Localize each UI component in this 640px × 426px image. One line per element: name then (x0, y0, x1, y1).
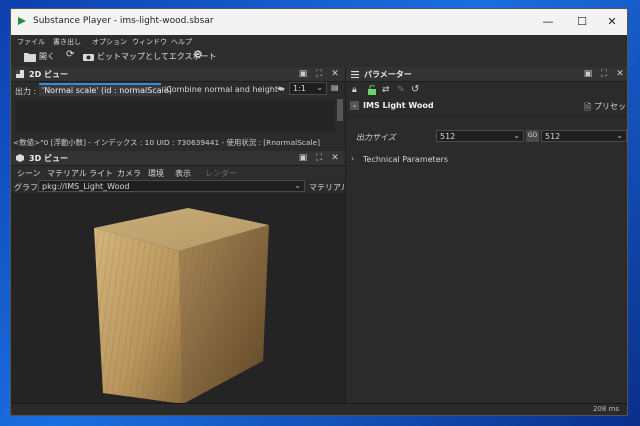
view3d-menu: シーン マテリアル ライト カメラ 環境 表示 レンダー (11, 166, 345, 179)
chevron-down-icon: ⌄ (513, 131, 520, 140)
open-button[interactable]: 開く (39, 51, 55, 62)
section-header[interactable]: ⌄ IMS Light Wood 🗎︎ プリセット (346, 99, 627, 116)
maximize-button[interactable]: ☐ (565, 9, 599, 35)
view2d-icon (16, 70, 24, 78)
output-label: 出力 : (15, 87, 37, 96)
title-bar: Substance Player - ims-light-wood.sbsar … (11, 9, 627, 35)
view2d-scrollbar[interactable] (337, 99, 343, 121)
minimize-button[interactable]: — (531, 9, 565, 35)
tab-combine-normal[interactable]: 'Combine normal and height' (id : ex (162, 83, 284, 96)
maximize-panel-icon[interactable]: ⛶ (313, 152, 325, 164)
maximize-panel-icon[interactable]: ⛶ (598, 68, 610, 80)
zoom-select[interactable]: 1:1 ⌄ (289, 82, 327, 95)
view3d-header: 3D ビュー ▣ ⛶ ✕ (11, 151, 345, 166)
menu-display[interactable]: 表示 (175, 168, 191, 179)
float-icon[interactable]: ▣ (297, 68, 309, 80)
menu-options[interactable]: オプション (92, 37, 127, 47)
preset-file-icon[interactable]: 🗎︎ (584, 100, 591, 116)
close-panel-icon[interactable]: ✕ (329, 152, 341, 164)
maximize-panel-icon[interactable]: ⛶ (313, 68, 325, 80)
menu-material[interactable]: マテリアル (47, 168, 87, 179)
view2d-status: <数値>"0 [浮動小数] - インデックス : 10 UID : 730639… (13, 138, 320, 147)
chevron-down-icon: ⌄ (294, 181, 301, 190)
float-icon[interactable]: ▣ (297, 152, 309, 164)
float-icon[interactable]: ▣ (582, 68, 594, 80)
menu-camera[interactable]: カメラ (117, 168, 141, 179)
view3d-title: 3D ビュー (29, 154, 68, 163)
refresh-icon[interactable]: ⟳ (66, 49, 74, 60)
tab-combine-normal-label: 'Combine normal and height' (id : ex (164, 85, 284, 94)
lock-icon[interactable]: 🔒︎ (352, 85, 357, 95)
chevron-right-icon[interactable]: › (351, 154, 354, 163)
randomize-icon[interactable]: ⇄ (382, 85, 390, 95)
menu-help[interactable]: ヘルプ (171, 37, 192, 47)
graph-bar: グラフ : pkg://IMS_Light_Wood ⌄ マテリアル (11, 179, 349, 193)
render-time: 208 ms (592, 405, 619, 413)
substance-logo-icon (18, 17, 26, 25)
sliders-icon (351, 71, 359, 78)
preset-button[interactable]: プリセット (594, 101, 627, 112)
view2d-header: 2D ビュー ▣ ⛶ ✕ (11, 67, 345, 82)
chevron-down-icon[interactable]: ⌄ (350, 101, 359, 110)
graph-value: pkg://IMS_Light_Wood (42, 182, 130, 191)
section-title: IMS Light Wood (363, 101, 434, 110)
menu-export[interactable]: 書き出し (53, 37, 81, 47)
output-size-label: 出力サイズ (356, 133, 396, 142)
parameters-header: パラメーター ▣ ⛶ ✕ (346, 67, 627, 82)
reset-icon[interactable]: ↺ (411, 84, 419, 95)
menu-render[interactable]: レンダー (205, 168, 237, 179)
menu-window[interactable]: ウィンドウ (132, 37, 167, 47)
menu-bar: ファイル 書き出し オプション ウィンドウ ヘルプ (11, 35, 627, 48)
settings-gear-icon[interactable]: ⚙ (193, 48, 203, 61)
graph-select[interactable]: pkg://IMS_Light_Wood ⌄ (38, 180, 305, 192)
close-window-button[interactable]: ✕ (595, 9, 627, 35)
view2d-title: 2D ビュー (29, 70, 68, 79)
output-size-height-select[interactable]: 512 ⌄ (541, 130, 627, 142)
toolbar: 開く ⟳ ビットマップとしてエクスポート ⚙ (11, 48, 627, 68)
view3d-panel: 3D ビュー ▣ ⛶ ✕ シーン マテリアル ライト カメラ 環境 表示 レンダ… (11, 151, 349, 404)
view-options-icon[interactable]: ▤ (331, 83, 339, 92)
size-w-value: 512 (440, 132, 456, 141)
menu-light[interactable]: ライト (89, 168, 113, 179)
view2d-panel: 2D ビュー ▣ ⛶ ✕ 出力 : 'Normal scale' (id : n… (11, 67, 345, 151)
tab-normal-scale-label: 'Normal scale' (id : normalScale) (42, 86, 172, 95)
status-bar: 208 ms (11, 403, 627, 415)
close-panel-icon[interactable]: ✕ (329, 68, 341, 80)
folder-icon[interactable] (24, 52, 36, 62)
menu-environment[interactable]: 環境 (148, 168, 164, 179)
zoom-value: 1:1 (293, 84, 306, 93)
material-select[interactable]: マテリアル (309, 182, 349, 193)
pin-icon[interactable]: ✎ (397, 85, 405, 95)
link-size-toggle[interactable]: GO (526, 130, 539, 142)
tab-normal-scale[interactable]: 'Normal scale' (id : normalScale) (39, 83, 172, 96)
chevron-down-icon: ⌄ (316, 83, 323, 92)
tab-scroll-arrows-icon[interactable]: ◂▸ (277, 84, 285, 93)
lock-open-green-icon[interactable] (367, 85, 377, 95)
output-size-width-select[interactable]: 512 ⌄ (436, 130, 524, 142)
menu-scene[interactable]: シーン (17, 168, 41, 179)
parameters-title: パラメーター (364, 70, 412, 79)
app-window: Substance Player - ims-light-wood.sbsar … (10, 8, 628, 416)
chevron-down-icon: ⌄ (616, 131, 623, 140)
camera-icon[interactable] (83, 52, 94, 61)
menu-file[interactable]: ファイル (17, 37, 45, 47)
window-title: Substance Player - ims-light-wood.sbsar (33, 16, 214, 26)
technical-parameters-toggle[interactable]: Technical Parameters (363, 155, 448, 164)
divider (346, 115, 627, 116)
close-panel-icon[interactable]: ✕ (614, 68, 626, 80)
cube-icon (16, 154, 24, 162)
wood-cube-render[interactable] (11, 193, 345, 404)
parameters-panel: パラメーター ▣ ⛶ ✕ 🔒︎ ⇄ ✎ ↺ ⌄ IMS Light Wood 🗎… (345, 67, 627, 404)
size-h-value: 512 (545, 132, 561, 141)
view2d-canvas[interactable] (15, 99, 335, 133)
